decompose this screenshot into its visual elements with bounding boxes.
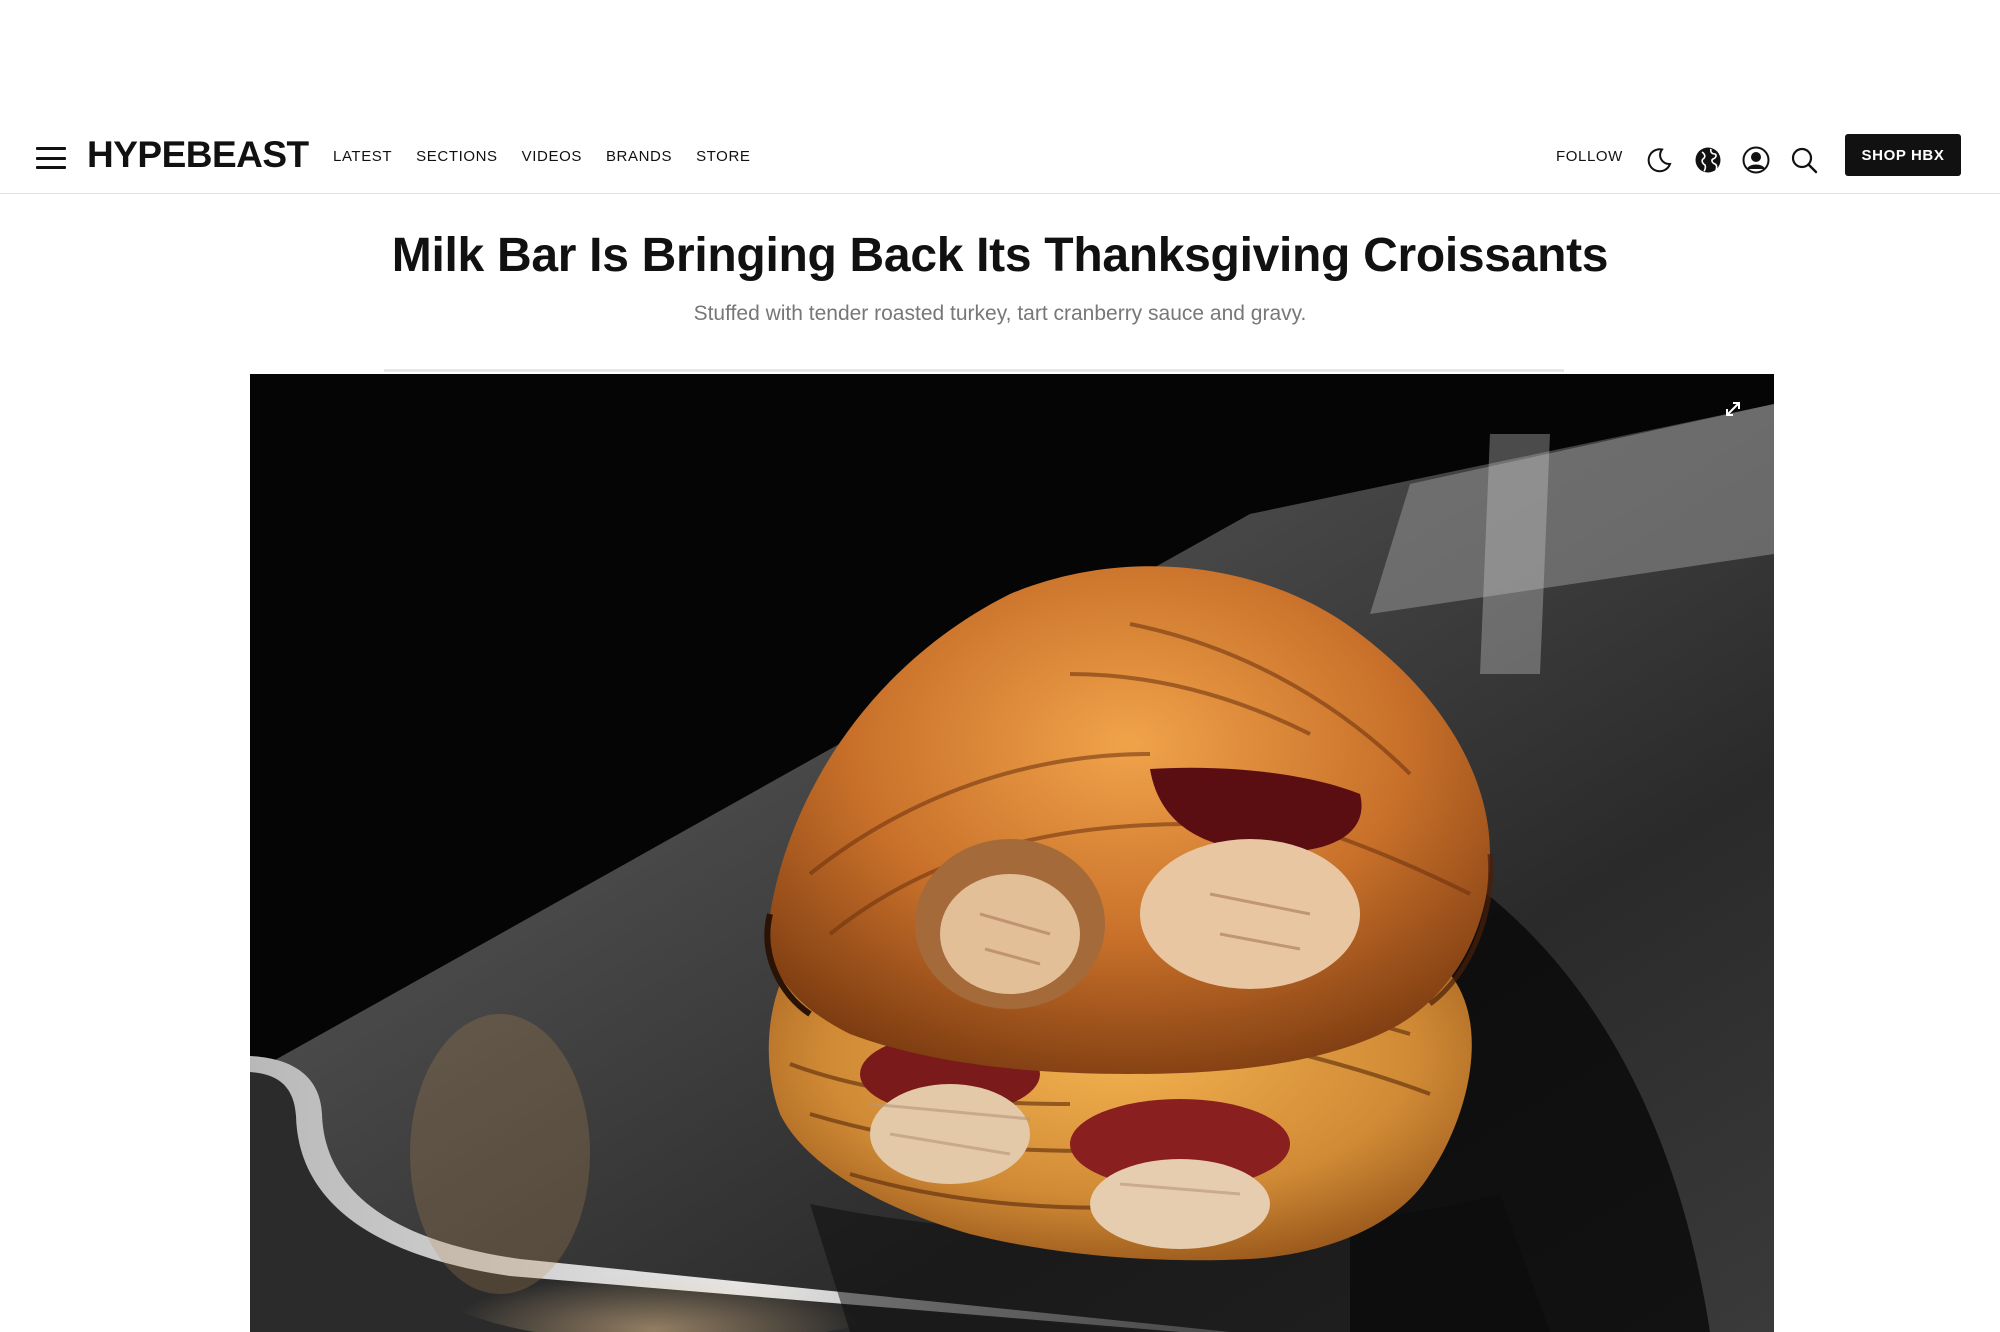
expand-icon[interactable] xyxy=(1722,398,1744,420)
site-header: HYPEBEAST LATEST SECTIONS VIDEOS BRANDS … xyxy=(0,124,2000,194)
search-icon[interactable] xyxy=(1790,146,1818,174)
article-subtitle: Stuffed with tender roasted turkey, tart… xyxy=(693,302,1307,325)
moon-icon[interactable] xyxy=(1645,146,1673,174)
article-title: Milk Bar Is Bringing Back Its Thanksgivi… xyxy=(391,229,1609,282)
shop-hbx-button[interactable]: SHOP HBX xyxy=(1845,134,1961,176)
nav-videos[interactable]: VIDEOS xyxy=(522,148,582,165)
nav-brands[interactable]: BRANDS xyxy=(606,148,672,165)
nav-latest[interactable]: LATEST xyxy=(333,148,392,165)
user-icon[interactable] xyxy=(1742,146,1770,174)
divider xyxy=(384,369,1564,372)
nav-sections[interactable]: SECTIONS xyxy=(416,148,497,165)
hero-image[interactable] xyxy=(250,374,1774,1332)
site-logo[interactable]: HYPEBEAST xyxy=(87,134,309,176)
page: HYPEBEAST LATEST SECTIONS VIDEOS BRANDS … xyxy=(0,0,2000,1332)
main-nav: LATEST SECTIONS VIDEOS BRANDS STORE xyxy=(333,148,774,165)
menu-icon[interactable] xyxy=(36,144,66,172)
follow-link[interactable]: FOLLOW xyxy=(1556,148,1623,165)
croissant-photo xyxy=(250,374,1774,1332)
globe-icon[interactable] xyxy=(1694,146,1722,174)
nav-store[interactable]: STORE xyxy=(696,148,750,165)
